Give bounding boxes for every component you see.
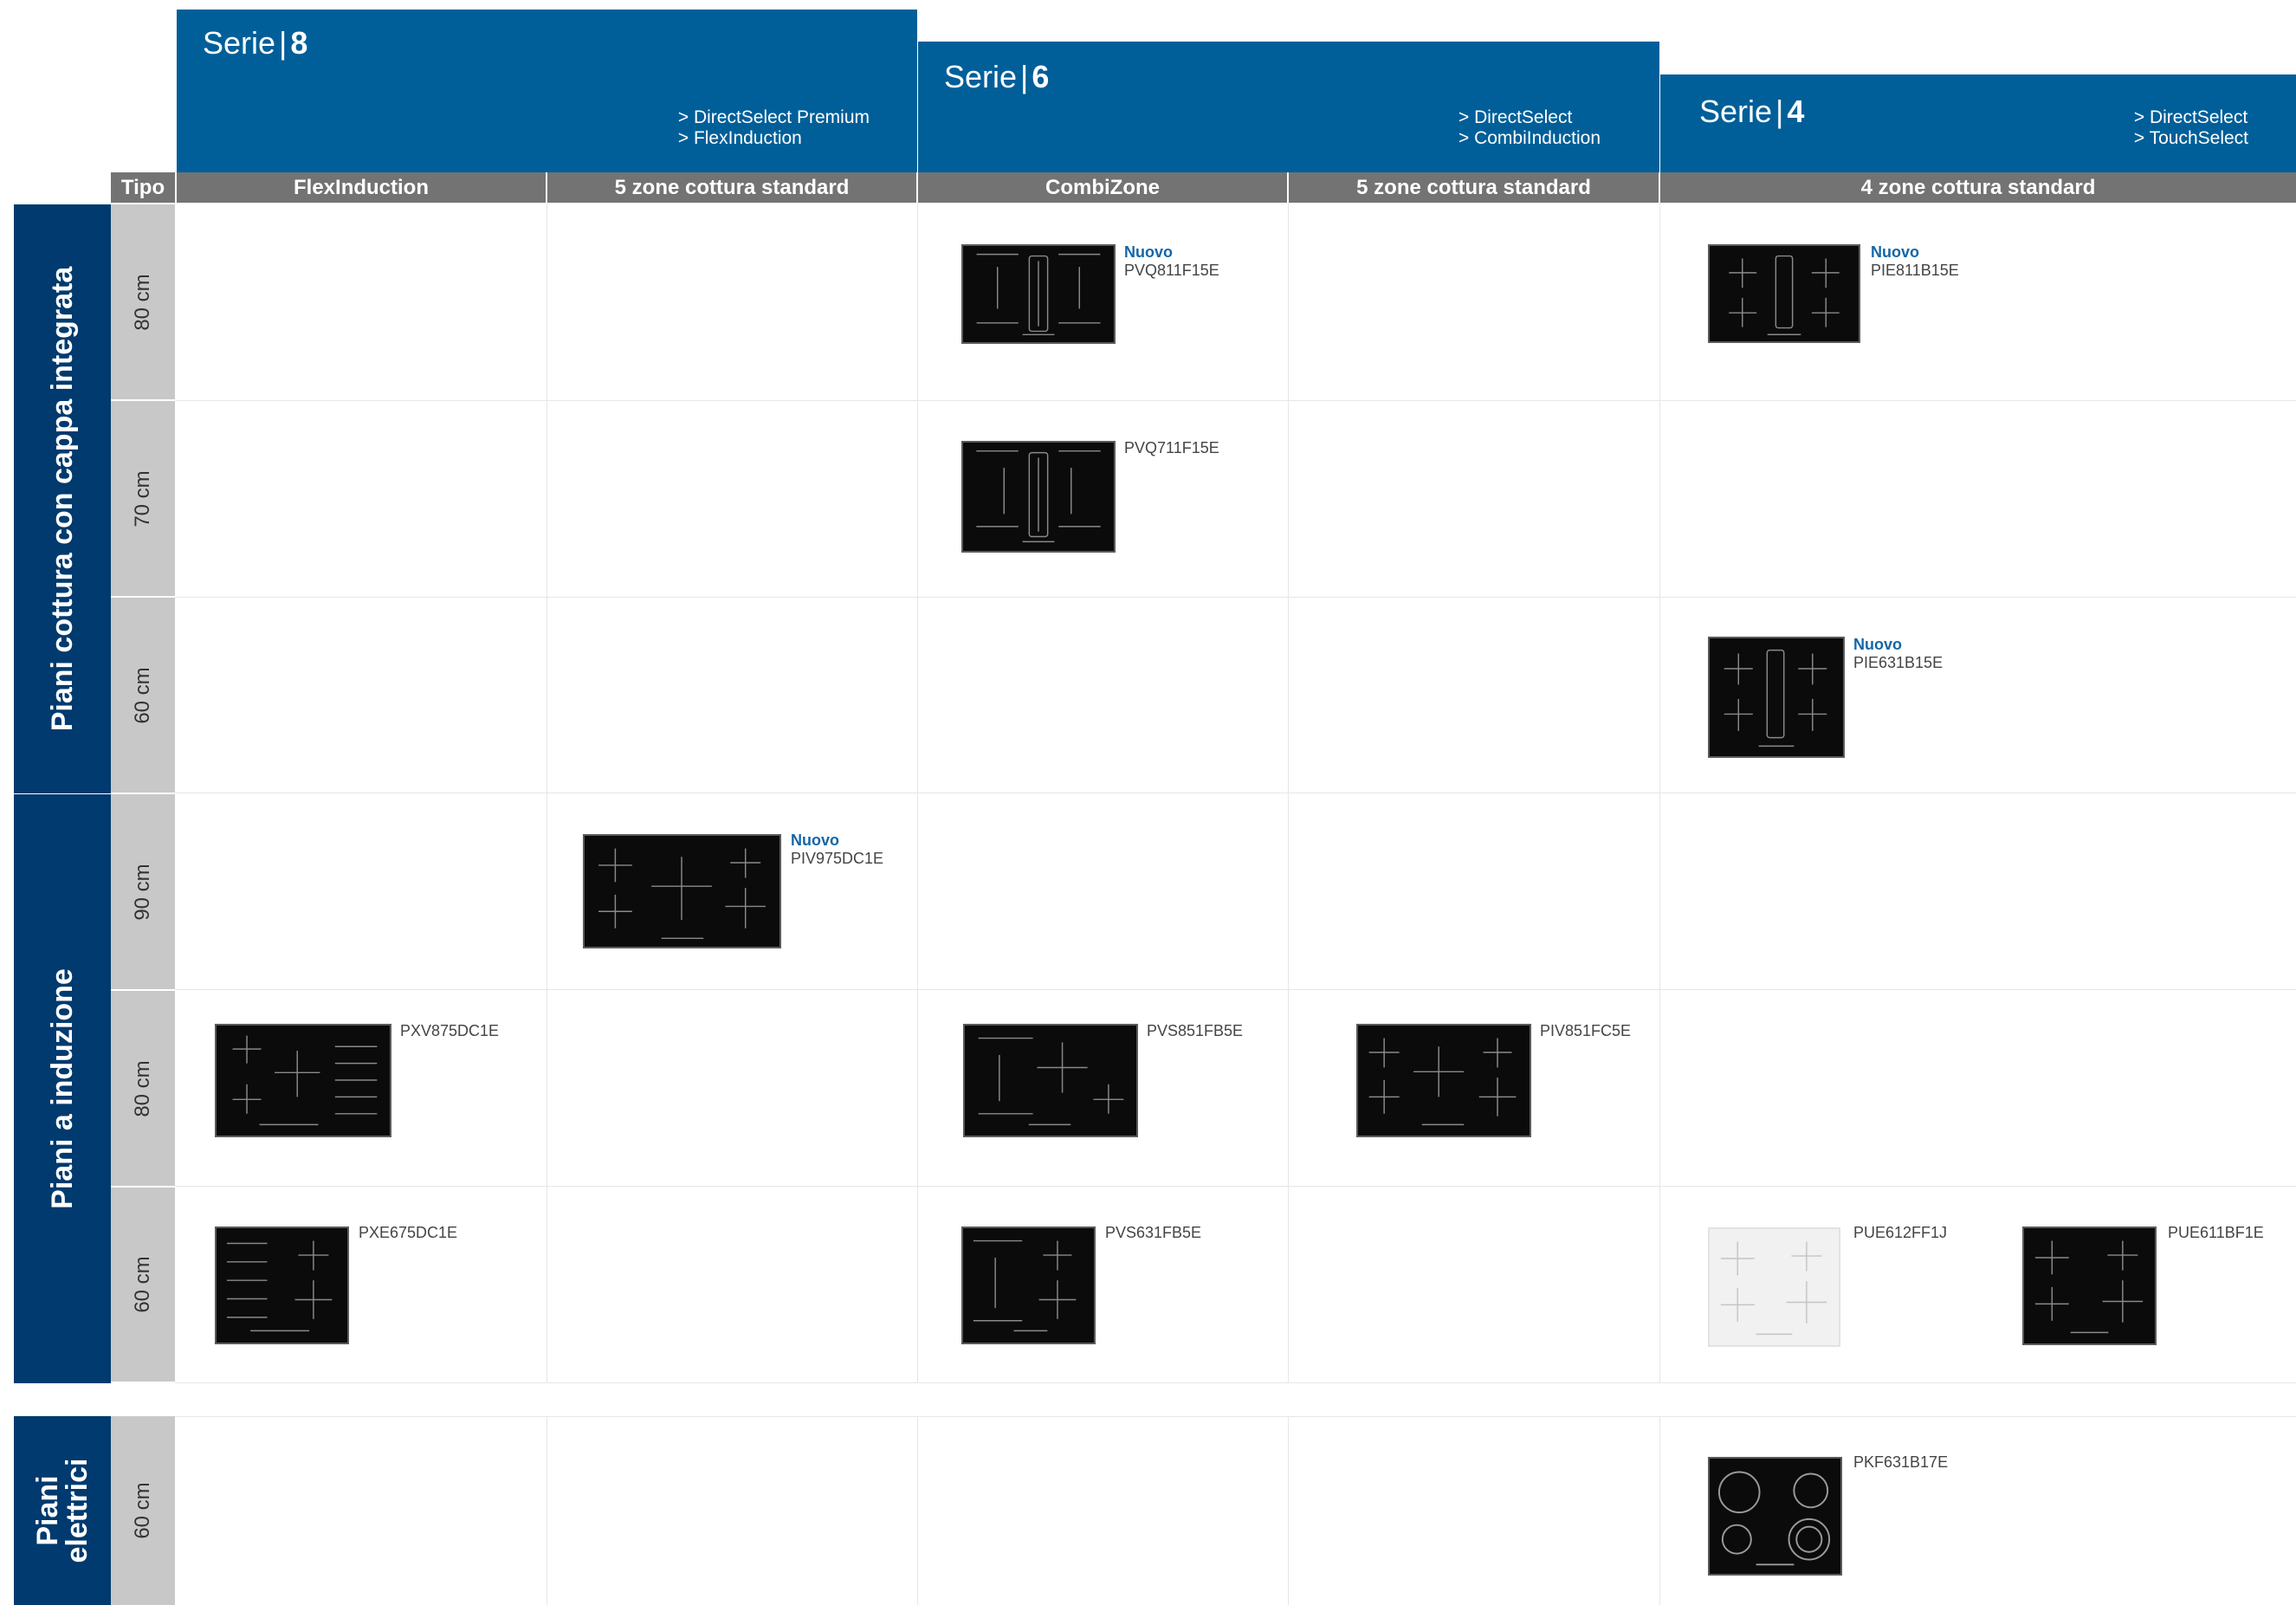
product-code: PIE811B15E [1871, 262, 1959, 279]
hob-combi-icon[interactable] [961, 1226, 1096, 1344]
size-cell: 90 cm [111, 794, 175, 991]
new-badge: Nuovo [1853, 636, 1902, 653]
category-electric: Piani elettrici [14, 1416, 111, 1605]
hob-venting-icon[interactable] [961, 244, 1116, 344]
product-label[interactable]: PVS631FB5E [1105, 1224, 1201, 1242]
product-label[interactable]: PVQ711F15E [1124, 439, 1219, 457]
hob-venting-icon[interactable] [961, 441, 1116, 553]
product-code: PIV975DC1E [791, 850, 884, 867]
series-8-feature: > FlexInduction [677, 128, 802, 148]
column-header-combizone: CombiZone [918, 172, 1289, 203]
grid-line [1288, 1416, 1289, 1605]
product-label[interactable]: PXE675DC1E [359, 1224, 457, 1242]
size-cell: 60 cm [111, 598, 175, 794]
product-label[interactable]: PXV875DC1E [400, 1022, 499, 1040]
series-8-title: Serie | 8 [203, 25, 308, 61]
product-label[interactable]: PIV851FC5E [1540, 1022, 1631, 1040]
product-label[interactable]: PKF631B17E [1853, 1453, 1948, 1472]
series-4-banner: Serie | 4 > DirectSelect > TouchSelect [1660, 74, 2296, 172]
product-code: PXV875DC1E [400, 1022, 500, 1039]
hob-induction-icon[interactable] [1356, 1024, 1531, 1137]
hob-induction-icon[interactable] [583, 834, 781, 948]
product-code: PVQ811F15E [1124, 262, 1219, 279]
column-header-tipo: Tipo [111, 172, 177, 203]
series-8-feature: > DirectSelect Premium [677, 107, 870, 127]
series-8-features: > DirectSelect Premium > FlexInduction [678, 107, 870, 149]
product-code: PVQ711F15E [1124, 439, 1219, 456]
size-cell: 80 cm [111, 204, 175, 401]
category-induction: Piani a induzione [14, 794, 111, 1383]
grid-line [917, 1416, 918, 1605]
series-4-feature: > DirectSelect [2133, 107, 2248, 127]
product-label[interactable]: Nuovo PIE811B15E [1871, 243, 1959, 280]
column-header-flexinduction: FlexInduction [177, 172, 547, 203]
series-6-feature: > DirectSelect [1458, 107, 1573, 127]
hob-radiant-icon[interactable] [1708, 1457, 1842, 1576]
product-code: PIV851FC5E [1540, 1022, 1632, 1039]
new-badge: Nuovo [791, 832, 839, 849]
new-badge: Nuovo [1871, 243, 1919, 261]
product-code: PVS631FB5E [1105, 1224, 1202, 1241]
column-header-4zone: 4 zone cottura standard [1660, 172, 2296, 203]
series-6-title: Serie | 6 [944, 59, 1050, 94]
series-4-feature: > TouchSelect [2133, 128, 2248, 148]
product-code: PXE675DC1E [359, 1224, 458, 1241]
category-label: Piani cottura con cappa integrata [46, 266, 79, 732]
category-integrated-hood: Piani cottura con cappa integrata [14, 204, 111, 793]
product-code: PUE611BF1E [2168, 1224, 2264, 1241]
series-6-banner: Serie | 6 > DirectSelect > CombiInduction [918, 42, 1659, 172]
product-label[interactable]: Nuovo PIV975DC1E [791, 832, 883, 868]
product-code: PVS851FB5E [1147, 1022, 1244, 1039]
column-header-s6-5zone: 5 zone cottura standard [1289, 172, 1660, 203]
series-4-features: > DirectSelect > TouchSelect [2134, 107, 2248, 149]
product-code: PKF631B17E [1853, 1453, 1949, 1471]
size-cell: 60 cm [111, 1416, 175, 1605]
hob-flex-icon[interactable] [215, 1024, 391, 1137]
grid-line [175, 1416, 2296, 1417]
category-label: Piani elettrici [31, 1458, 94, 1563]
product-code: PUE612FF1J [1853, 1224, 1948, 1241]
product-label[interactable]: PUE612FF1J [1853, 1224, 1947, 1242]
column-header-s8-5zone: 5 zone cottura standard [547, 172, 918, 203]
grid-line [175, 597, 2296, 598]
grid-line [175, 1186, 2296, 1187]
hob-combi-icon[interactable] [963, 1024, 1138, 1137]
hob-induction-icon[interactable] [2022, 1226, 2157, 1345]
new-badge: Nuovo [1124, 243, 1173, 261]
hob-venting-icon[interactable] [1708, 637, 1845, 758]
product-label[interactable]: Nuovo PVQ811F15E [1124, 243, 1219, 280]
product-label[interactable]: PUE611BF1E [2168, 1224, 2264, 1242]
grid-line [175, 989, 2296, 990]
hob-induction-white-icon[interactable] [1708, 1227, 1840, 1347]
series-8-banner: Serie | 8 > DirectSelect Premium > FlexInd… [177, 10, 917, 172]
product-label[interactable]: PVS851FB5E [1147, 1022, 1243, 1040]
grid-line [1659, 1416, 1660, 1605]
size-cell: 60 cm [111, 1188, 175, 1383]
hob-flex-icon[interactable] [215, 1226, 349, 1344]
category-label: Piani a induzione [46, 968, 79, 1209]
size-cell: 70 cm [111, 401, 175, 598]
series-6-features: > DirectSelect > CombiInduction [1458, 107, 1601, 149]
series-4-title: Serie | 4 [1699, 94, 1805, 129]
grid-line [175, 400, 2296, 401]
grid-line [175, 1382, 2296, 1383]
size-cell: 80 cm [111, 991, 175, 1188]
product-code: PIE631B15E [1853, 654, 1944, 671]
series-6-feature: > CombiInduction [1458, 128, 1601, 148]
hob-venting-icon[interactable] [1708, 244, 1860, 343]
product-label[interactable]: Nuovo PIE631B15E [1853, 636, 1943, 672]
